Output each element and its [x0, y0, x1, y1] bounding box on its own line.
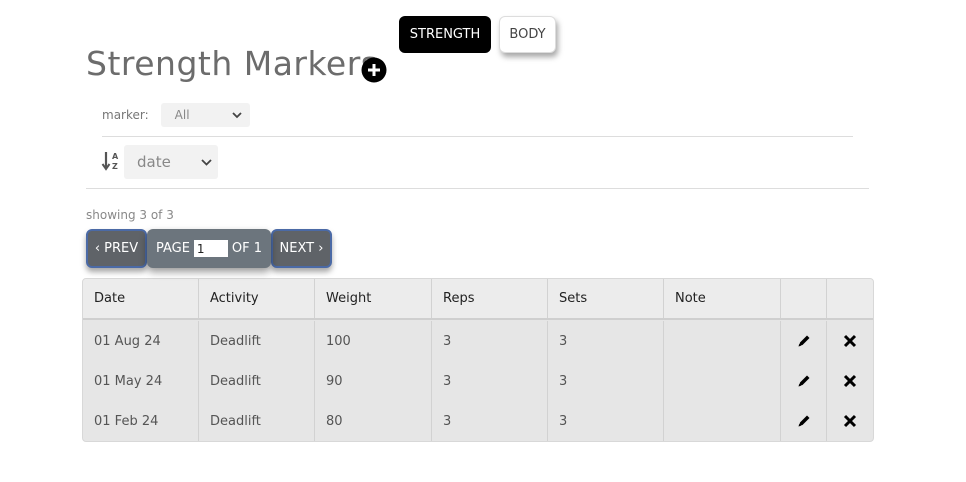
plus-circle-icon[interactable]: [361, 57, 387, 83]
pencil-icon: [798, 415, 809, 427]
page-total: OF 1: [231, 241, 263, 256]
column-header-date[interactable]: Date: [83, 279, 199, 318]
divider: [86, 188, 869, 189]
cell-note: [664, 401, 781, 441]
pagination: ‹ PREV PAGE 1 OF 1 NEXT ›: [86, 229, 332, 268]
cell-date: 01 May 24: [83, 361, 199, 401]
column-header-reps[interactable]: Reps: [432, 279, 548, 318]
page-number-input[interactable]: 1: [193, 240, 228, 257]
prev-page-button[interactable]: ‹ PREV: [86, 229, 147, 268]
x-icon: [843, 374, 857, 388]
tab-strength[interactable]: STRENGTH: [399, 16, 491, 53]
cell-weight: 100: [315, 321, 432, 361]
markers-table: Date Activity Weight Reps Sets Note 01 A…: [82, 278, 874, 442]
chevron-down-icon: [232, 111, 242, 118]
table-row: 01 May 24 Deadlift 90 3 3: [83, 361, 873, 401]
column-header-weight[interactable]: Weight: [315, 279, 432, 318]
table-header: Date Activity Weight Reps Sets Note: [83, 279, 873, 320]
page-indicator: PAGE 1 OF 1: [147, 229, 271, 268]
cell-date: 01 Aug 24: [83, 321, 199, 361]
chevron-down-icon: [201, 158, 212, 166]
column-header-activity[interactable]: Activity: [199, 279, 315, 318]
marker-filter: marker: All: [102, 103, 250, 127]
edit-button[interactable]: [781, 321, 827, 361]
page-label: PAGE: [155, 241, 190, 256]
delete-button[interactable]: [827, 361, 873, 401]
cell-activity: Deadlift: [199, 321, 315, 361]
cell-activity: Deadlift: [199, 401, 315, 441]
delete-button[interactable]: [827, 321, 873, 361]
column-header-sets[interactable]: Sets: [548, 279, 664, 318]
table-row: 01 Aug 24 Deadlift 100 3 3: [83, 321, 873, 361]
cell-activity: Deadlift: [199, 361, 315, 401]
edit-button[interactable]: [781, 401, 827, 441]
cell-note: [664, 321, 781, 361]
divider: [102, 136, 853, 137]
page-title: Strength Markers: [86, 44, 379, 83]
table-body: 01 Aug 24 Deadlift 100 3 3 01 May 24 Dea…: [83, 320, 873, 441]
column-header-delete: [827, 279, 873, 318]
cell-note: [664, 361, 781, 401]
x-icon: [843, 414, 857, 428]
delete-button[interactable]: [827, 401, 873, 441]
marker-filter-label: marker:: [102, 108, 149, 122]
cell-sets: 3: [548, 361, 664, 401]
edit-button[interactable]: [781, 361, 827, 401]
pencil-icon: [798, 375, 809, 387]
pencil-icon: [798, 335, 809, 347]
cell-weight: 90: [315, 361, 432, 401]
marker-select-value: All: [174, 108, 190, 122]
table-row: 01 Feb 24 Deadlift 80 3 3: [83, 401, 873, 441]
svg-text:A: A: [112, 152, 119, 161]
sort-select-value: date: [137, 153, 171, 171]
cell-date: 01 Feb 24: [83, 401, 199, 441]
svg-text:Z: Z: [112, 162, 118, 171]
tab-body[interactable]: BODY: [499, 16, 556, 53]
cell-reps: 3: [432, 361, 548, 401]
x-icon: [843, 334, 857, 348]
cell-sets: 3: [548, 401, 664, 441]
cell-reps: 3: [432, 321, 548, 361]
column-header-note[interactable]: Note: [664, 279, 781, 318]
cell-weight: 80: [315, 401, 432, 441]
cell-sets: 3: [548, 321, 664, 361]
marker-select[interactable]: All: [160, 103, 250, 127]
column-header-edit: [781, 279, 827, 318]
result-count: showing 3 of 3: [86, 208, 174, 222]
sort-select[interactable]: date: [124, 145, 218, 179]
next-page-button[interactable]: NEXT ›: [271, 229, 332, 268]
sort-alpha-down-icon[interactable]: A Z: [101, 150, 123, 172]
cell-reps: 3: [432, 401, 548, 441]
